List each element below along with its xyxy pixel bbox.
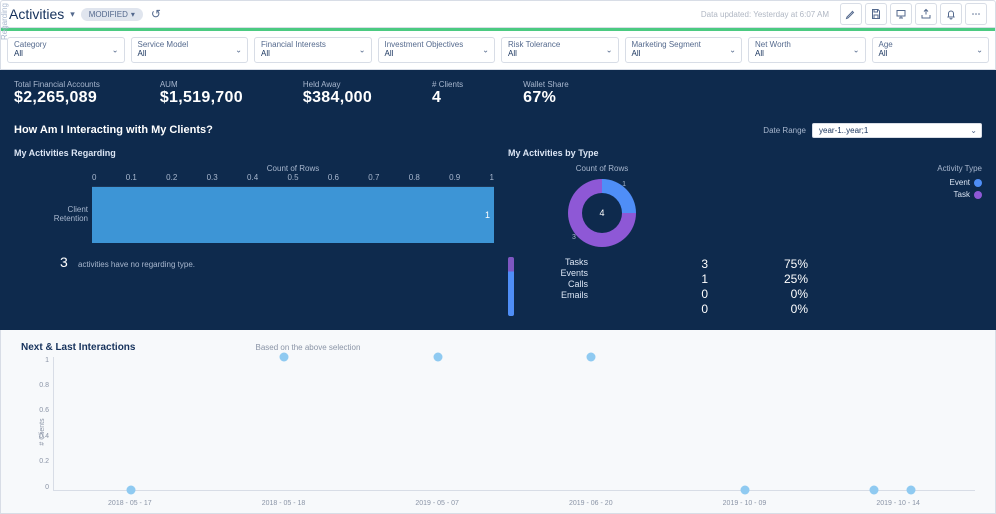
date-range-label: Date Range	[763, 126, 806, 135]
activity-type-table: Tasks Events Calls Emails 3 1 0 0 75% 25…	[508, 257, 982, 316]
legend-item-task[interactable]: Task	[937, 189, 982, 201]
kpi-wallet-share: Wallet Share67%	[523, 80, 569, 107]
filter-investment-objectives[interactable]: Investment ObjectivesAll⌄	[378, 37, 496, 63]
data-point[interactable]	[280, 352, 289, 361]
filter-financial-interests[interactable]: Financial InterestsAll⌄	[254, 37, 372, 63]
summary-section: Total Financial Accounts$2,265,089 AUM$1…	[0, 70, 996, 330]
legend-title: Activity Type	[937, 164, 982, 173]
date-range-value: year-1..year;1	[819, 126, 868, 135]
more-button[interactable]	[965, 3, 987, 25]
table-row-label: Calls	[524, 279, 588, 289]
chevron-down-icon: ⌄	[112, 45, 119, 54]
filter-risk-tolerance[interactable]: Risk ToleranceAll⌄	[501, 37, 619, 63]
chevron-down-icon: ⌄	[606, 45, 613, 54]
bar-segment[interactable]: 1	[92, 187, 494, 243]
top-bar: Activities ▾ MODIFIED ▾ ↺ Data updated: …	[0, 0, 996, 28]
interactions-section: Next & Last Interactions Based on the ab…	[0, 330, 996, 514]
donut-chart[interactable]: 4 1 3	[568, 179, 636, 247]
data-point[interactable]	[869, 485, 878, 494]
chevron-down-icon: ⌄	[853, 45, 860, 54]
donut-legend: Activity Type Event Task	[937, 164, 982, 201]
page-title: Activities	[9, 6, 64, 22]
share-button[interactable]	[915, 3, 937, 25]
kpi-clients: # Clients4	[432, 80, 463, 107]
footnote-text: activities have no regarding type.	[78, 260, 195, 269]
filter-service-model[interactable]: Service ModelAll⌄	[131, 37, 249, 63]
filter-category[interactable]: CategoryAll⌄	[7, 37, 125, 63]
undo-icon[interactable]: ↺	[151, 7, 161, 21]
chevron-down-icon: ⌄	[482, 45, 489, 54]
interactions-plot-area	[53, 357, 975, 491]
notifications-button[interactable]	[940, 3, 962, 25]
table-color-strip	[508, 257, 514, 316]
bar-footnote: 3 activities have no regarding type.	[14, 254, 494, 270]
chevron-down-icon: ⌄	[970, 126, 977, 135]
kpi-total-financial-accounts: Total Financial Accounts$2,265,089	[14, 80, 100, 107]
data-updated-text: Data updated: Yesterday at 6:07 AM	[701, 10, 829, 19]
interactions-subtitle: Based on the above selection	[255, 343, 360, 352]
bar-yaxis-label: Regarding	[0, 3, 9, 40]
table-row-count: 1	[598, 272, 708, 286]
modified-pill[interactable]: MODIFIED ▾	[81, 8, 143, 21]
modified-pill-label: MODIFIED	[89, 10, 128, 19]
table-row-count: 0	[598, 287, 708, 301]
table-row-label: Tasks	[524, 257, 588, 267]
filter-net-worth[interactable]: Net WorthAll⌄	[748, 37, 866, 63]
table-row-pct: 0%	[718, 287, 808, 301]
table-row-count: 3	[598, 257, 708, 271]
activities-by-type-panel: My Activities by Type Count of Rows 4 1 …	[508, 148, 982, 316]
table-row-label: Events	[524, 268, 588, 278]
interactions-chart[interactable]: # Clients 10.80.60.40.20 2018 - 05 - 172…	[53, 357, 975, 507]
title-dropdown-caret[interactable]: ▾	[70, 9, 75, 20]
kpi-held-away: Held Away$384,000	[303, 80, 372, 107]
chevron-down-icon: ▾	[131, 10, 135, 19]
bar-chart[interactable]: Client Retention 1	[92, 186, 494, 242]
table-row-pct: 0%	[718, 302, 808, 316]
swatch-icon	[974, 179, 982, 187]
bar-title: My Activities Regarding	[14, 148, 494, 158]
data-point[interactable]	[126, 485, 135, 494]
table-row-count: 0	[598, 302, 708, 316]
swatch-icon	[974, 191, 982, 199]
donut-title: My Activities by Type	[508, 148, 982, 158]
section-question: How Am I Interacting with My Clients?	[14, 124, 213, 136]
bar-category-label: Client Retention	[42, 205, 88, 223]
table-row-pct: 75%	[718, 257, 808, 271]
filters-row: CategoryAll⌄ Service ModelAll⌄ Financial…	[0, 31, 996, 70]
interactions-xcats: 2018 - 05 - 172018 - 05 - 182019 - 05 - …	[53, 500, 975, 507]
date-range-select[interactable]: year-1..year;1 ⌄	[812, 123, 982, 138]
filter-age[interactable]: AgeAll⌄	[872, 37, 990, 63]
data-point[interactable]	[587, 352, 596, 361]
table-row-pct: 25%	[718, 272, 808, 286]
footnote-number: 3	[60, 254, 68, 270]
donut-center-value: 4	[568, 179, 636, 247]
edit-button[interactable]	[840, 3, 862, 25]
interactions-yticks: 10.80.60.40.20	[35, 357, 49, 491]
chevron-down-icon: ⌄	[235, 45, 242, 54]
data-point[interactable]	[740, 485, 749, 494]
save-button[interactable]	[865, 3, 887, 25]
bar-value-label: 1	[485, 210, 490, 220]
bar-xticks: 00.10.20.30.40.50.60.70.80.91	[92, 173, 494, 182]
table-row-label: Emails	[524, 290, 588, 300]
donut-axis-title: Count of Rows	[568, 164, 636, 173]
chevron-down-icon: ⌄	[976, 45, 983, 54]
kpi-aum: AUM$1,519,700	[160, 80, 243, 107]
present-button[interactable]	[890, 3, 912, 25]
filter-marketing-segment[interactable]: Marketing SegmentAll⌄	[625, 37, 743, 63]
interactions-title: Next & Last Interactions	[21, 342, 135, 353]
bar-axis-title: Count of Rows	[92, 164, 494, 173]
chevron-down-icon: ⌄	[359, 45, 366, 54]
legend-item-event[interactable]: Event	[937, 177, 982, 189]
kpi-row: Total Financial Accounts$2,265,089 AUM$1…	[14, 80, 982, 107]
chevron-down-icon: ⌄	[729, 45, 736, 54]
data-point[interactable]	[433, 352, 442, 361]
activities-regarding-panel: My Activities Regarding Count of Rows 00…	[14, 148, 494, 316]
data-point[interactable]	[906, 485, 915, 494]
